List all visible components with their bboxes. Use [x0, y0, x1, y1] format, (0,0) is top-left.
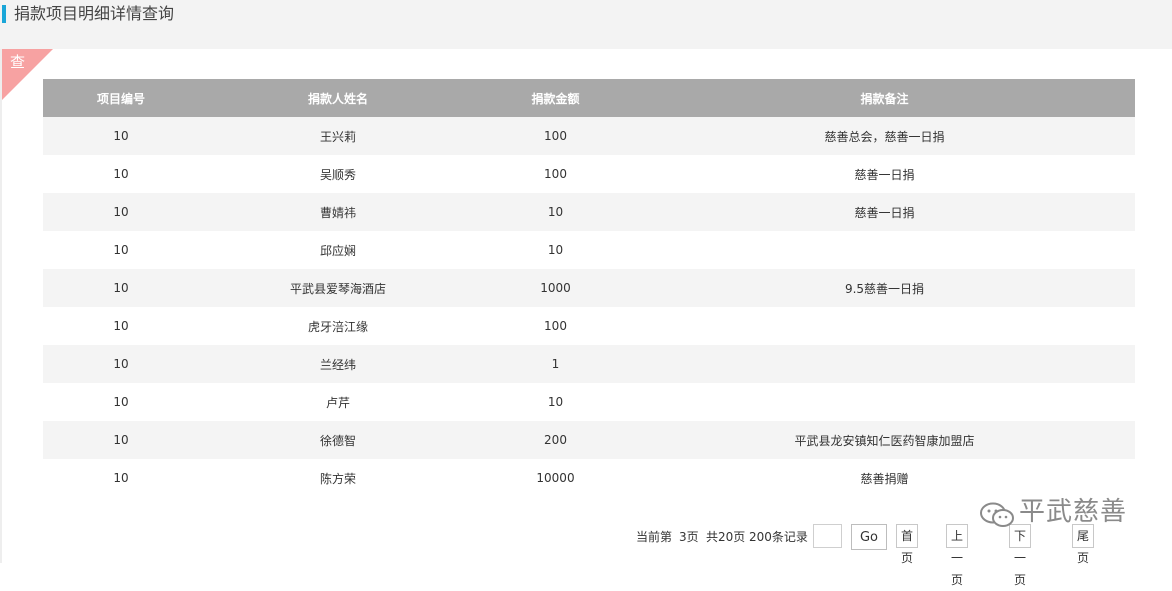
cell-donor-name: 平武县爱琴海酒店 [289, 281, 386, 296]
prev-page-button[interactable]: 上一页 [946, 524, 969, 587]
cell-remark: 9.5慈善一日捐 [844, 281, 925, 296]
cell-remark [634, 231, 1135, 269]
pager-current-label: 当前第 [636, 530, 673, 544]
first-page-button[interactable]: 首页 [896, 524, 919, 565]
cell-amount: 10 [547, 243, 564, 257]
cell-remark: 慈善一日捐 [854, 205, 915, 220]
cell-donor-name: 吴顺秀 [319, 167, 356, 182]
cell-donor-name: 邱应娴 [319, 243, 356, 258]
table-row: 10 陈方荣 10000 慈善捐赠 [43, 459, 1135, 497]
page-number-input[interactable] [813, 524, 842, 548]
donation-table: 项目编号 捐款人姓名 捐款金额 捐款备注 10 王兴莉 100 慈善总会，慈善一… [43, 79, 1135, 497]
table-row: 10 王兴莉 100 慈善总会，慈善一日捐 [43, 117, 1135, 155]
cell-amount: 100 [544, 167, 567, 181]
cell-donor-name: 王兴莉 [319, 129, 356, 144]
cell-donor-name: 陈方荣 [319, 471, 356, 486]
cell-project-id: 10 [113, 433, 129, 447]
cell-remark: 慈善捐赠 [860, 471, 909, 486]
title-accent-bar [2, 5, 6, 23]
table-row: 10 兰经纬 1 [43, 345, 1135, 383]
column-header-project-id: 项目编号 [96, 91, 145, 106]
table-row: 10 吴顺秀 100 慈善一日捐 [43, 155, 1135, 193]
cell-remark [634, 345, 1135, 383]
table-row: 10 卢芹 10 [43, 383, 1135, 421]
cell-donor-name: 虎牙涪江缘 [307, 319, 368, 334]
corner-ribbon-label: 查 [10, 53, 26, 71]
pager-total-pages: 共20页 [706, 530, 746, 544]
watermark-text: 平武慈善 [1019, 497, 1128, 527]
cell-donor-name: 曹婧祎 [319, 205, 356, 220]
cell-remark [634, 307, 1135, 345]
go-button[interactable]: Go [851, 524, 887, 550]
cell-amount: 10000 [536, 471, 575, 485]
wechat-icon [980, 502, 1014, 527]
cell-remark: 慈善一日捐 [854, 167, 915, 182]
left-border [0, 49, 2, 563]
cell-amount: 200 [544, 433, 567, 447]
cell-project-id: 10 [113, 167, 129, 181]
page-title: 捐款项目明细详情查询 [14, 4, 175, 23]
cell-remark: 平武县龙安镇知仁医药智康加盟店 [794, 433, 975, 448]
pager-total-records: 200条记录 [749, 530, 808, 544]
cell-donor-name: 卢芹 [325, 395, 350, 410]
cell-amount: 1000 [540, 281, 571, 295]
table-row: 10 虎牙涪江缘 100 [43, 307, 1135, 345]
cell-project-id: 10 [113, 471, 129, 485]
pager-current-page: 3页 [679, 530, 699, 544]
cell-amount: 10 [547, 205, 564, 219]
cell-amount: 1 [551, 357, 560, 371]
cell-project-id: 10 [113, 395, 129, 409]
cell-amount: 10 [547, 395, 564, 409]
cell-project-id: 10 [113, 205, 129, 219]
table-row: 10 徐德智 200 平武县龙安镇知仁医药智康加盟店 [43, 421, 1135, 459]
cell-remark: 慈善总会，慈善一日捐 [824, 129, 945, 144]
cell-donor-name: 徐德智 [319, 433, 356, 448]
cell-project-id: 10 [113, 281, 129, 295]
cell-project-id: 10 [113, 357, 129, 371]
table-header-row: 项目编号 捐款人姓名 捐款金额 捐款备注 [43, 79, 1135, 117]
cell-donor-name: 兰经纬 [319, 357, 356, 372]
cell-project-id: 10 [113, 243, 129, 257]
cell-remark [634, 383, 1135, 421]
cell-amount: 100 [544, 129, 567, 143]
top-bar: 捐款项目明细详情查询 [0, 0, 1172, 49]
column-header-donor-name: 捐款人姓名 [307, 91, 368, 106]
cell-project-id: 10 [113, 129, 129, 143]
column-header-remark: 捐款备注 [860, 91, 909, 106]
cell-project-id: 10 [113, 319, 129, 333]
cell-amount: 100 [544, 319, 567, 333]
table-row: 10 平武县爱琴海酒店 1000 9.5慈善一日捐 [43, 269, 1135, 307]
table-row: 10 邱应娴 10 [43, 231, 1135, 269]
column-header-amount: 捐款金额 [531, 91, 580, 106]
table-row: 10 曹婧祎 10 慈善一日捐 [43, 193, 1135, 231]
